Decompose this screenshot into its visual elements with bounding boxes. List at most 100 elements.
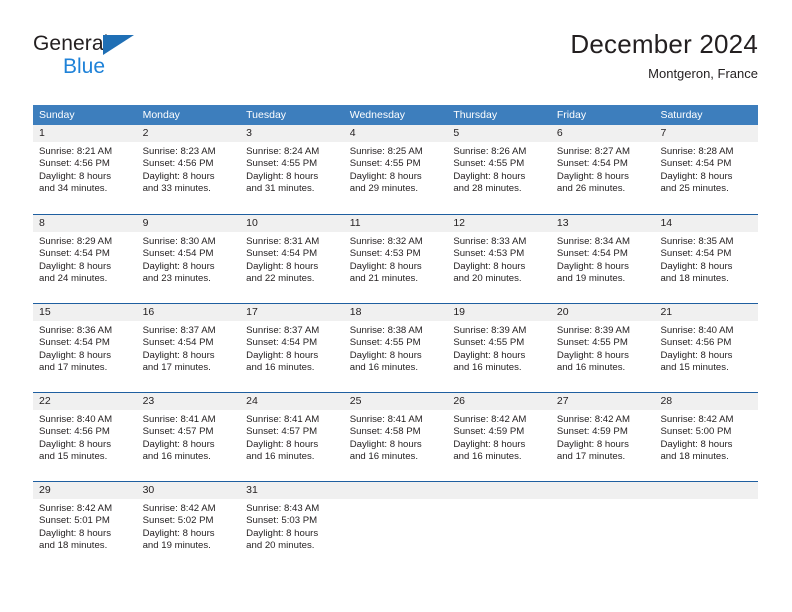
day-detail-line: and 17 minutes. xyxy=(556,451,626,463)
day-cell[interactable]: 14 Sunrise: 8:35 AM Sunset: 4:54 PM Dayligh… xyxy=(654,215,759,303)
day-detail-line: Sunset: 4:55 PM xyxy=(453,158,525,170)
day-detail-line: Daylight: 8 hours xyxy=(246,527,319,539)
day-cell[interactable]: 24 Sunrise: 8:41 AM Sunset: 4:57 PM Dayligh… xyxy=(240,393,344,481)
day-cell[interactable]: 29 Sunrise: 8:42 AM Sunset: 5:01 PM Dayligh… xyxy=(33,482,137,570)
day-cell[interactable]: 10 Sunrise: 8:31 AM Sunset: 4:54 PM Dayligh… xyxy=(240,215,344,303)
day-details: Sunrise: 8:30 AM Sunset: 4:54 PM Daylight:… xyxy=(137,232,241,286)
day-cell[interactable]: 19 Sunrise: 8:39 AM Sunset: 4:55 PM Dayligh… xyxy=(447,304,551,392)
day-details xyxy=(447,499,551,503)
day-cell[interactable]: 13 Sunrise: 8:34 AM Sunset: 4:54 PM Dayligh… xyxy=(550,215,655,303)
day-number: 20 xyxy=(556,306,569,318)
day-cell[interactable]: 2 Sunrise: 8:23 AM Sunset: 4:56 PM Daylight… xyxy=(136,125,241,214)
day-number-band: 2 xyxy=(136,125,241,142)
day-detail-line: Daylight: 8 hours xyxy=(660,438,733,450)
day-details: Sunrise: 8:39 AM Sunset: 4:55 PM Daylight:… xyxy=(551,321,655,375)
day-details: Sunrise: 8:32 AM Sunset: 4:53 PM Daylight:… xyxy=(344,232,448,286)
day-cell[interactable]: 28 Sunrise: 8:42 AM Sunset: 5:00 PM Dayligh… xyxy=(654,393,759,481)
day-details xyxy=(344,499,448,503)
day-details: Sunrise: 8:39 AM Sunset: 4:55 PM Daylight:… xyxy=(447,321,551,375)
day-cell[interactable]: 31 Sunrise: 8:43 AM Sunset: 5:03 PM Dayligh… xyxy=(240,482,344,570)
day-detail-line: Sunset: 4:54 PM xyxy=(39,337,110,349)
day-details: Sunrise: 8:33 AM Sunset: 4:53 PM Daylight:… xyxy=(447,232,551,286)
day-cell[interactable]: 9 Sunrise: 8:30 AM Sunset: 4:54 PM Daylight… xyxy=(136,215,241,303)
day-number-band: 4 xyxy=(343,125,448,142)
generalblue-logo[interactable]: General Blue xyxy=(33,33,233,89)
day-number-band xyxy=(550,482,655,499)
day-number: 12 xyxy=(453,217,465,229)
day-detail-line: Sunset: 4:55 PM xyxy=(349,337,421,349)
day-detail-line: Sunset: 4:58 PM xyxy=(349,426,421,438)
day-cell[interactable]: 18 Sunrise: 8:38 AM Sunset: 4:55 PM Dayligh… xyxy=(343,304,448,392)
day-detail-line: and 17 minutes. xyxy=(39,362,108,374)
day-cell[interactable]: 7 Sunrise: 8:28 AM Sunset: 4:54 PM Daylight… xyxy=(654,125,759,214)
day-detail-line: Sunset: 4:54 PM xyxy=(660,248,732,260)
day-cell[interactable]: 17 Sunrise: 8:37 AM Sunset: 4:54 PM Dayligh… xyxy=(240,304,344,392)
day-detail-line: Sunset: 4:54 PM xyxy=(556,158,628,170)
day-cell[interactable]: 15 Sunrise: 8:36 AM Sunset: 4:54 PM Dayligh… xyxy=(33,304,137,392)
day-cell[interactable]: 8 Sunrise: 8:29 AM Sunset: 4:54 PM Daylight… xyxy=(33,215,137,303)
day-detail-line: Sunrise: 8:21 AM xyxy=(39,146,113,157)
day-detail-line: Daylight: 8 hours xyxy=(660,349,733,361)
day-number-band: 10 xyxy=(240,215,344,232)
day-detail-line: Sunset: 4:56 PM xyxy=(39,426,110,438)
day-cell[interactable]: 4 Sunrise: 8:25 AM Sunset: 4:55 PM Daylight… xyxy=(343,125,448,214)
day-number: 23 xyxy=(142,395,155,407)
day-detail-line: and 18 minutes. xyxy=(39,540,108,552)
day-details: Sunrise: 8:42 AM Sunset: 4:59 PM Daylight:… xyxy=(447,410,551,464)
day-detail-line: Daylight: 8 hours xyxy=(246,170,319,182)
day-cell[interactable]: 30 Sunrise: 8:42 AM Sunset: 5:02 PM Dayligh… xyxy=(136,482,241,570)
day-cell[interactable]: 22 Sunrise: 8:40 AM Sunset: 4:56 PM Dayligh… xyxy=(33,393,137,481)
day-detail-line: Sunrise: 8:41 AM xyxy=(142,414,216,425)
day-number-band: 30 xyxy=(136,482,241,499)
day-details: Sunrise: 8:37 AM Sunset: 4:54 PM Daylight:… xyxy=(137,321,241,375)
day-cell[interactable]: 6 Sunrise: 8:27 AM Sunset: 4:54 PM Daylight… xyxy=(550,125,655,214)
day-details: Sunrise: 8:42 AM Sunset: 5:00 PM Daylight:… xyxy=(654,410,758,464)
day-cell[interactable]: 25 Sunrise: 8:41 AM Sunset: 4:58 PM Dayligh… xyxy=(343,393,448,481)
day-cell[interactable]: 1 Sunrise: 8:21 AM Sunset: 4:56 PM Daylight… xyxy=(33,125,137,214)
day-detail-line: Sunset: 4:53 PM xyxy=(349,248,421,260)
day-detail-line: Sunset: 4:54 PM xyxy=(142,248,214,260)
day-details xyxy=(654,499,758,503)
blue-triangle-icon xyxy=(103,35,134,55)
day-cell[interactable]: 11 Sunrise: 8:32 AM Sunset: 4:53 PM Dayligh… xyxy=(343,215,448,303)
day-detail-line: and 24 minutes. xyxy=(39,273,108,285)
day-detail-line: Sunrise: 8:33 AM xyxy=(453,236,527,247)
day-number-band xyxy=(447,482,551,499)
day-cell[interactable]: 23 Sunrise: 8:41 AM Sunset: 4:57 PM Dayligh… xyxy=(136,393,241,481)
day-cell[interactable]: 5 Sunrise: 8:26 AM Sunset: 4:55 PM Daylight… xyxy=(447,125,551,214)
day-detail-line: Sunrise: 8:36 AM xyxy=(39,325,113,336)
day-details: Sunrise: 8:36 AM Sunset: 4:54 PM Daylight:… xyxy=(33,321,137,375)
day-details: Sunrise: 8:25 AM Sunset: 4:55 PM Daylight:… xyxy=(344,142,448,196)
day-detail-line: Daylight: 8 hours xyxy=(246,438,319,450)
day-number-band: 6 xyxy=(550,125,655,142)
location-subtitle: Montgeron, France xyxy=(648,66,758,81)
day-cell[interactable]: 26 Sunrise: 8:42 AM Sunset: 4:59 PM Dayligh… xyxy=(447,393,551,481)
day-detail-line: Sunrise: 8:27 AM xyxy=(556,146,630,157)
day-detail-line: Daylight: 8 hours xyxy=(142,260,215,272)
day-cell[interactable]: 27 Sunrise: 8:42 AM Sunset: 4:59 PM Dayligh… xyxy=(550,393,655,481)
day-number: 24 xyxy=(246,395,258,407)
day-detail-line: Sunrise: 8:43 AM xyxy=(246,503,320,514)
day-cell[interactable]: 21 Sunrise: 8:40 AM Sunset: 4:56 PM Dayligh… xyxy=(654,304,759,392)
day-number: 18 xyxy=(349,306,362,318)
day-number: 2 xyxy=(142,127,149,139)
day-detail-line: Daylight: 8 hours xyxy=(142,170,215,182)
day-detail-line: Sunrise: 8:42 AM xyxy=(453,414,527,425)
day-number-band: 9 xyxy=(136,215,241,232)
day-cell[interactable]: 16 Sunrise: 8:37 AM Sunset: 4:54 PM Dayligh… xyxy=(136,304,241,392)
day-number-band: 14 xyxy=(654,215,759,232)
day-cell[interactable]: 12 Sunrise: 8:33 AM Sunset: 4:53 PM Dayligh… xyxy=(447,215,551,303)
day-detail-line: Sunrise: 8:42 AM xyxy=(39,503,113,514)
day-detail-line: Sunset: 4:55 PM xyxy=(453,337,525,349)
day-detail-line: and 26 minutes. xyxy=(556,183,626,195)
day-number: 16 xyxy=(142,306,155,318)
day-detail-line: Daylight: 8 hours xyxy=(453,349,526,361)
day-number-band: 11 xyxy=(343,215,448,232)
weekday-header-sunday: Sunday xyxy=(39,109,75,121)
day-detail-line: Sunset: 5:01 PM xyxy=(39,515,110,527)
day-detail-line: and 18 minutes. xyxy=(660,451,729,463)
day-cell[interactable]: 3 Sunrise: 8:24 AM Sunset: 4:55 PM Daylight… xyxy=(240,125,344,214)
day-detail-line: Daylight: 8 hours xyxy=(142,527,215,539)
day-number: 22 xyxy=(39,395,51,407)
day-cell[interactable]: 20 Sunrise: 8:39 AM Sunset: 4:55 PM Dayligh… xyxy=(550,304,655,392)
